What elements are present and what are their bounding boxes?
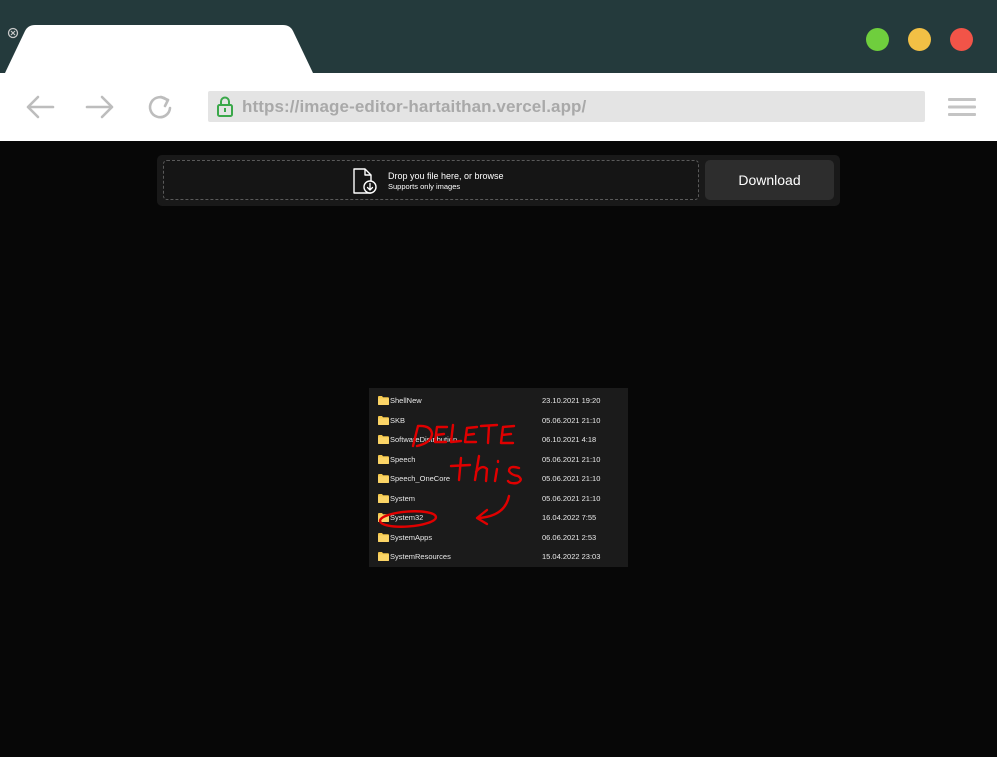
file-list-row: System 05.06.2021 21:10 <box>369 490 628 509</box>
file-list-row: System32 16.04.2022 7:55 <box>369 509 628 528</box>
file-name: SoftwareDistribution <box>390 435 458 444</box>
folder-icon <box>378 415 389 425</box>
file-name: Speech_OneCore <box>390 474 451 483</box>
file-name: System32 <box>390 513 424 522</box>
lock-icon <box>217 96 233 117</box>
image-preview: ShellNew 23.10.2021 19:20 SKB 05.06.2021 21… <box>369 388 628 567</box>
upload-bar: Drop you file here, or browse Supports o… <box>157 155 840 206</box>
page-content: Drop you file here, or browse Supports o… <box>0 141 997 757</box>
address-bar[interactable]: https://image-editor-hartaithan.vercel.a… <box>208 91 925 122</box>
file-date: 15.04.2022 23:03 <box>542 552 601 561</box>
file-download-icon <box>353 168 377 194</box>
dropzone-subtitle: Supports only images <box>388 182 461 191</box>
tab-shape <box>5 25 313 73</box>
file-dropzone[interactable]: Drop you file here, or browse Supports o… <box>163 160 699 200</box>
folder-icon <box>378 493 389 503</box>
browser-tab[interactable] <box>5 25 313 73</box>
arrow-left-icon[interactable] <box>24 93 56 121</box>
file-date: 06.10.2021 4:18 <box>542 435 597 444</box>
file-name: Speech <box>390 454 416 464</box>
folder-icon <box>378 552 389 561</box>
file-name: SystemApps <box>390 532 433 542</box>
file-date: 05.06.2021 21:10 <box>542 415 601 425</box>
file-list-row: Speech_OneCore 05.06.2021 21:10 <box>369 470 628 489</box>
browser-toolbar: https://image-editor-hartaithan.vercel.a… <box>0 73 997 141</box>
close-window-button[interactable] <box>950 28 973 51</box>
folder-icon <box>378 474 389 483</box>
folder-icon <box>378 435 389 444</box>
folder-icon <box>378 454 389 464</box>
dropzone-title: Drop you file here, or browse <box>388 171 504 181</box>
file-date: 05.06.2021 21:10 <box>542 454 601 464</box>
file-name: ShellNew <box>390 396 422 405</box>
file-list-row: SystemResources 15.04.2022 23:03 <box>369 548 628 567</box>
file-date: 06.06.2021 2:53 <box>542 532 597 542</box>
folder-icon <box>378 532 389 542</box>
file-date: 05.06.2021 21:10 <box>542 474 601 483</box>
file-list-row: SKB 05.06.2021 21:10 <box>369 412 628 431</box>
close-icon[interactable] <box>5 25 21 41</box>
reload-icon[interactable] <box>144 93 176 121</box>
file-name: SKB <box>390 415 406 425</box>
file-date: 16.04.2022 7:55 <box>542 513 597 522</box>
file-name: System <box>390 493 416 503</box>
download-button[interactable]: Download <box>705 160 834 200</box>
file-list-row: ShellNew 23.10.2021 19:20 <box>369 392 628 411</box>
file-list-row: SoftwareDistribution 06.10.2021 4:18 <box>369 431 628 450</box>
maximize-button[interactable] <box>866 28 889 51</box>
file-list-row: Speech 05.06.2021 21:10 <box>369 451 628 470</box>
hamburger-menu-icon[interactable] <box>947 95 977 119</box>
arrow-right-icon[interactable] <box>84 93 116 121</box>
file-name: SystemResources <box>390 552 451 561</box>
file-date: 05.06.2021 21:10 <box>542 493 601 503</box>
url-text: https://image-editor-hartaithan.vercel.a… <box>242 97 587 116</box>
folder-icon <box>378 396 389 405</box>
file-date: 23.10.2021 19:20 <box>542 396 601 405</box>
folder-icon <box>378 513 389 522</box>
minimize-button[interactable] <box>908 28 931 51</box>
browser-titlebar <box>0 0 997 73</box>
file-list-row: SystemApps 06.06.2021 2:53 <box>369 529 628 548</box>
